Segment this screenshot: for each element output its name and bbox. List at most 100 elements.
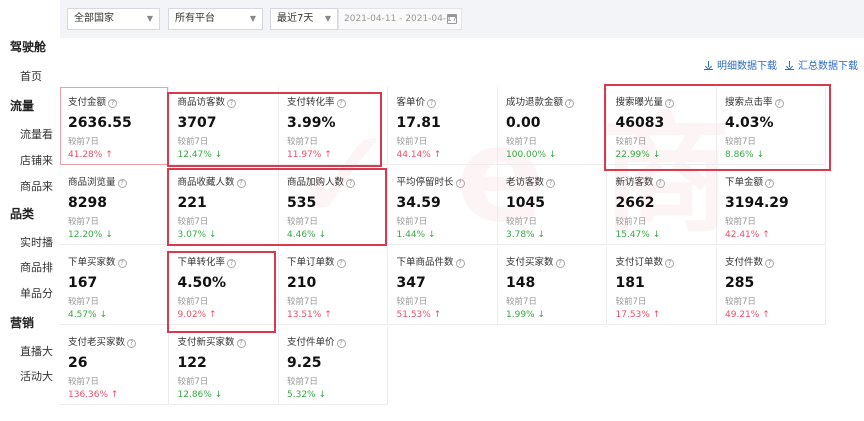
platform-select[interactable]: 所有平台 ▼	[168, 8, 263, 30]
chevron-down-icon: ▼	[324, 14, 331, 23]
metric-label-text: 支付新买家数	[177, 337, 235, 348]
metric-card[interactable]: 下单转化率? 4.50% 较前7日 9.02% ↑	[169, 247, 279, 325]
sidebar-item-home[interactable]: 首页	[20, 68, 42, 84]
arrow-down-icon: ↓	[211, 390, 223, 400]
arrow-up-icon: ↑	[649, 310, 661, 320]
metric-change: 9.02% ↑	[178, 310, 278, 320]
metric-card[interactable]: 商品浏览量? 8298 较前7日 12.20% ↓	[60, 167, 169, 245]
help-icon[interactable]: ?	[427, 99, 437, 108]
metric-card[interactable]: 支付金额? 2636.55 较前7日 41.28% ↑	[60, 87, 169, 165]
help-icon[interactable]: ?	[336, 259, 346, 268]
help-icon[interactable]: ?	[236, 339, 246, 348]
metric-change: 13.51% ↑	[287, 310, 387, 320]
help-icon[interactable]: ?	[336, 339, 346, 348]
summary-download-link[interactable]: 汇总数据下载	[785, 57, 858, 72]
metric-card[interactable]: 商品收藏人数? 221 较前7日 3.07% ↓	[169, 167, 279, 245]
metric-label: 支付买家数?	[506, 254, 606, 268]
help-icon[interactable]: ?	[455, 259, 465, 268]
sidebar-item-store-source[interactable]: 店铺来	[20, 152, 53, 168]
metric-value: 181	[615, 275, 645, 291]
help-icon[interactable]: ?	[665, 259, 675, 268]
help-icon[interactable]: ?	[236, 179, 246, 188]
arrow-down-icon: ↓	[425, 230, 436, 240]
arrow-up-icon: ↑	[321, 150, 332, 160]
help-icon[interactable]: ?	[555, 259, 565, 268]
help-icon[interactable]: ?	[127, 339, 137, 348]
sidebar-item-campaign[interactable]: 活动大	[20, 368, 53, 384]
metric-change-value: 100.00%	[506, 150, 547, 160]
metric-value: 46083	[615, 115, 665, 131]
metric-card[interactable]: 平均停留时长? 34.59 较前7日 1.44% ↓	[388, 167, 498, 245]
metric-card[interactable]: 下单商品件数? 347 较前7日 51.53% ↑	[388, 247, 498, 325]
metric-change: 15.47% ↓	[616, 230, 716, 240]
metric-label-text: 下单买家数	[68, 257, 116, 268]
help-icon[interactable]: ?	[655, 179, 665, 188]
metric-label: 平均停留时长?	[397, 174, 497, 188]
sidebar-item-realtime[interactable]: 实时播	[20, 234, 53, 250]
help-icon[interactable]: ?	[765, 259, 775, 268]
metric-value: 34.59	[396, 195, 441, 211]
metric-change-value: 41.28%	[68, 150, 103, 160]
metric-card[interactable]: 支付订单数? 181 较前7日 17.53% ↑	[607, 247, 717, 325]
compare-label: 较前7日	[396, 217, 428, 227]
sidebar-item-live[interactable]: 直播大	[20, 343, 53, 359]
help-icon[interactable]: ?	[546, 179, 556, 188]
detail-download-link[interactable]: 明细数据下载	[704, 57, 777, 72]
compare-label: 较前7日	[615, 137, 647, 147]
help-icon[interactable]: ?	[665, 99, 675, 108]
metric-card[interactable]: 下单金额? 3194.29 较前7日 42.41% ↑	[717, 167, 826, 245]
metric-card[interactable]: 支付买家数? 148 较前7日 1.99% ↓	[498, 247, 607, 325]
metric-change-value: 44.14%	[396, 150, 431, 160]
metric-card[interactable]: 商品加购人数? 535 较前7日 4.46% ↓	[279, 167, 388, 245]
metric-card[interactable]: 支付新买家数? 122 较前7日 12.86% ↓	[169, 327, 279, 405]
help-icon[interactable]: ?	[336, 99, 346, 108]
metric-card[interactable]: 支付件单价? 9.25 较前7日 5.32% ↓	[279, 327, 388, 405]
metric-card[interactable]: 新访客数? 2662 较前7日 15.47% ↓	[607, 167, 717, 245]
help-icon[interactable]: ?	[117, 179, 127, 188]
compare-label: 较前7日	[396, 137, 428, 147]
metric-value: 285	[725, 275, 755, 291]
arrow-down-icon: ↓	[534, 230, 545, 240]
sidebar-item-traffic-overview[interactable]: 流量看	[20, 126, 53, 142]
metric-change: 44.14% ↑	[397, 150, 497, 160]
metric-change: 42.41% ↑	[725, 230, 825, 240]
metric-card[interactable]: 下单订单数? 210 较前7日 13.51% ↑	[279, 247, 388, 325]
sidebar-item-single-product[interactable]: 单品分	[20, 285, 53, 301]
sidebar-item-product-rank[interactable]: 商品排	[20, 259, 53, 275]
date-range-value: 2021-04-11 - 2021-04-17	[344, 14, 458, 24]
metric-card[interactable]: 老访客数? 1045 较前7日 3.78% ↓	[498, 167, 607, 245]
period-select-value: 最近7天	[277, 13, 314, 24]
help-icon[interactable]: ?	[455, 179, 465, 188]
metric-label: 成功退款金额?	[506, 94, 606, 108]
period-select[interactable]: 最近7天 ▼	[270, 8, 338, 30]
help-icon[interactable]: ?	[227, 259, 237, 268]
metric-card[interactable]: 搜索曝光量? 46083 较前7日 22.99% ↓	[607, 87, 717, 165]
help-icon[interactable]: ?	[117, 259, 127, 268]
metric-card[interactable]: 支付转化率? 3.99% 较前7日 11.97% ↑	[279, 87, 388, 165]
arrow-down-icon: ↓	[96, 310, 107, 320]
metric-card[interactable]: 支付老买家数? 26 较前7日 136.36% ↑	[60, 327, 169, 405]
help-icon[interactable]: ?	[346, 179, 356, 188]
metric-card[interactable]: 搜索点击率? 4.03% 较前7日 8.86% ↓	[717, 87, 826, 165]
metric-label: 搜索点击率?	[725, 94, 825, 108]
help-icon[interactable]: ?	[765, 179, 775, 188]
help-icon[interactable]: ?	[565, 99, 575, 108]
country-select[interactable]: 全部国家 ▼	[67, 8, 160, 30]
sidebar-item-product-source[interactable]: 商品来	[20, 178, 53, 194]
metric-change: 22.99% ↓	[616, 150, 716, 160]
metric-change: 51.53% ↑	[397, 310, 497, 320]
metric-card[interactable]: 商品访客数? 3707 较前7日 12.47% ↓	[169, 87, 279, 165]
download-icon	[704, 61, 713, 70]
metric-card[interactable]: 下单买家数? 167 较前7日 4.57% ↓	[60, 247, 169, 325]
metric-card[interactable]: 成功退款金额? 0.00 较前7日 100.00% ↓	[498, 87, 607, 165]
help-icon[interactable]: ?	[227, 99, 237, 108]
date-range-input[interactable]: 2021-04-11 - 2021-04-17	[338, 8, 462, 30]
metric-label-text: 客单价	[396, 97, 426, 108]
compare-label: 较前7日	[287, 217, 318, 227]
help-icon[interactable]: ?	[774, 99, 784, 108]
metric-value: 8298	[68, 195, 107, 211]
metric-value: 167	[68, 275, 98, 291]
metric-card[interactable]: 支付件数? 285 较前7日 49.21% ↑	[717, 247, 826, 325]
metric-card[interactable]: 客单价? 17.81 较前7日 44.14% ↑	[388, 87, 498, 165]
help-icon[interactable]: ?	[108, 99, 118, 108]
